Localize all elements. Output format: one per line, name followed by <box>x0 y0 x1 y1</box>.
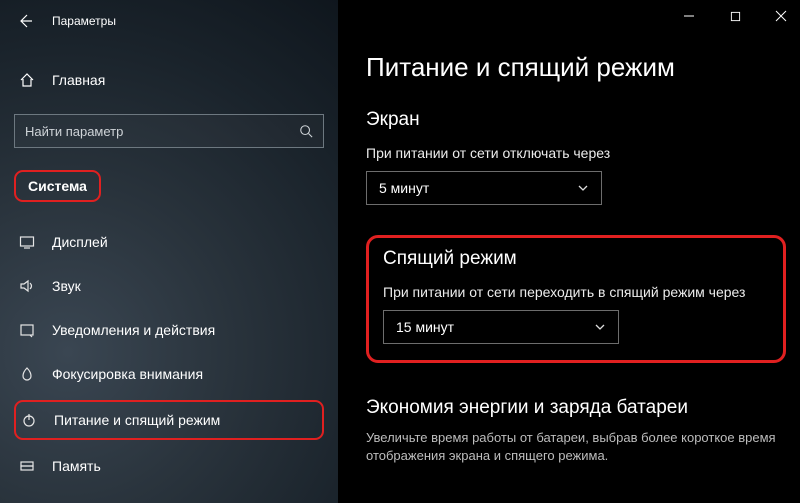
nav-label: Фокусировка внимания <box>52 366 203 382</box>
close-button[interactable] <box>758 0 800 32</box>
dropdown-value: 5 минут <box>379 180 429 196</box>
search-input[interactable]: Найти параметр <box>14 114 324 148</box>
nav-label: Уведомления и действия <box>52 322 215 338</box>
search-icon <box>299 124 313 138</box>
sound-icon <box>18 278 36 294</box>
content-pane: Питание и спящий режим Экран При питании… <box>338 0 800 503</box>
sleep-heading: Спящий режим <box>383 248 769 270</box>
sidebar-home[interactable]: Главная <box>0 60 338 100</box>
battery-heading: Экономия энергии и заряда батареи <box>366 397 786 419</box>
sidebar: Параметры Главная Найти параметр Система… <box>0 0 338 503</box>
maximize-icon <box>730 11 741 22</box>
nav-label: Память <box>52 458 101 474</box>
search-placeholder: Найти параметр <box>25 124 123 139</box>
settings-window: Параметры Главная Найти параметр Система… <box>0 0 800 503</box>
sidebar-item-notifications[interactable]: Уведомления и действия <box>0 308 338 352</box>
chevron-down-icon <box>577 182 589 194</box>
nav-label: Дисплей <box>52 234 108 250</box>
sleep-section-highlight: Спящий режим При питании от сети переход… <box>366 235 786 363</box>
sleep-subtext: При питании от сети переходить в спящий … <box>383 284 769 300</box>
notify-icon <box>18 322 36 338</box>
category-label: Система <box>28 178 87 194</box>
chevron-down-icon <box>594 321 606 333</box>
home-icon <box>18 72 36 88</box>
screen-timeout-dropdown[interactable]: 5 минут <box>366 171 602 205</box>
sidebar-item-storage[interactable]: Память <box>0 444 338 488</box>
sleep-timeout-dropdown[interactable]: 15 минут <box>383 310 619 344</box>
minimize-icon <box>683 10 695 22</box>
window-title: Параметры <box>52 14 116 28</box>
arrow-left-icon <box>17 13 33 29</box>
screen-heading: Экран <box>366 109 786 131</box>
sidebar-item-display[interactable]: Дисплей <box>0 220 338 264</box>
sidebar-nav: Дисплей Звук Уведомления и действия Фоку… <box>0 220 338 488</box>
sidebar-item-focus[interactable]: Фокусировка внимания <box>0 352 338 396</box>
close-icon <box>775 10 787 22</box>
sidebar-category-system[interactable]: Система <box>14 170 101 202</box>
power-icon <box>20 412 38 428</box>
battery-subtext: Увеличьте время работы от батареи, выбра… <box>366 429 786 464</box>
titlebar-left: Параметры <box>0 0 338 42</box>
titlebar-right <box>666 0 800 32</box>
display-icon <box>18 234 36 250</box>
minimize-button[interactable] <box>666 0 712 32</box>
maximize-button[interactable] <box>712 0 758 32</box>
dropdown-value: 15 минут <box>396 319 454 335</box>
nav-label: Звук <box>52 278 81 294</box>
sidebar-item-power[interactable]: Питание и спящий режим <box>14 400 324 440</box>
screen-subtext: При питании от сети отключать через <box>366 145 786 161</box>
back-button[interactable] <box>8 4 42 38</box>
nav-label: Питание и спящий режим <box>54 412 220 428</box>
home-label: Главная <box>52 72 105 88</box>
focus-icon <box>18 366 36 382</box>
storage-icon <box>18 458 36 474</box>
page-title: Питание и спящий режим <box>366 52 786 83</box>
sidebar-item-sound[interactable]: Звук <box>0 264 338 308</box>
